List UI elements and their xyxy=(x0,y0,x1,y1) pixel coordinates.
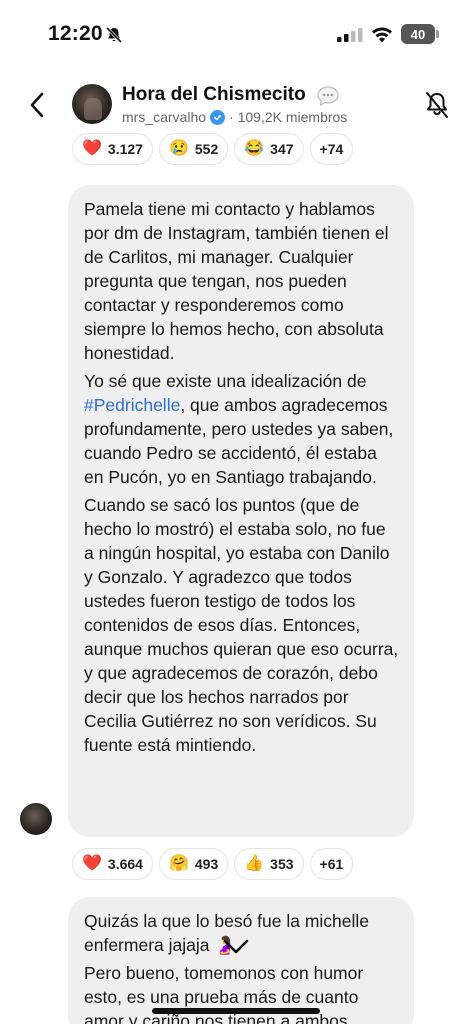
reaction-count: 493 xyxy=(194,856,219,872)
signal-icon xyxy=(337,28,363,42)
message-paragraph: Pamela tiene mi contacto y hablamos por … xyxy=(84,199,389,363)
channel-title[interactable]: Hora del Chismecito xyxy=(122,84,306,106)
wifi-icon xyxy=(372,27,392,43)
reaction-more[interactable]: +74 xyxy=(309,133,354,165)
message-bubble[interactable]: Quizás la que lo besó fue la michelle en… xyxy=(68,897,414,1024)
reactions-bar-top: ❤️ 3.127 😢 552 😂 347 +74 xyxy=(72,133,354,165)
channel-avatar[interactable] xyxy=(72,84,112,124)
battery-level: 40 xyxy=(410,26,426,42)
battery-icon: 40 xyxy=(401,24,435,44)
reaction-count: 3.127 xyxy=(107,141,143,157)
bell-off-icon xyxy=(105,26,123,44)
reaction-heart[interactable]: ❤️ 3.127 xyxy=(72,133,153,165)
heart-emoji-icon: ❤️ xyxy=(82,140,102,157)
reaction-more-count: +61 xyxy=(319,856,344,872)
status-time: 12:20 xyxy=(48,22,103,45)
hashtag-link[interactable]: #Pedrichelle xyxy=(84,395,180,415)
reaction-laughing[interactable]: 😂 347 xyxy=(234,133,304,165)
channel-subtitle: mrs_carvalho · 109,2K miembros xyxy=(122,109,347,125)
reactions-bar-bottom: ❤️ 3.664 🤗 493 👍 353 +61 xyxy=(72,848,354,880)
home-indicator[interactable] xyxy=(152,1008,320,1014)
laughing-emoji-icon: 😂 xyxy=(244,140,265,157)
crying-emoji-icon: 😢 xyxy=(168,140,189,157)
reaction-more-count: +74 xyxy=(319,141,344,157)
hugging-emoji-icon: 🤗 xyxy=(168,855,189,872)
status-bar: 12:20 40 xyxy=(0,0,472,66)
scroll-down-chevron-icon[interactable] xyxy=(222,938,250,956)
reaction-count: 3.664 xyxy=(107,856,143,872)
channel-header: Hora del Chismecito mrs_carvalho · 109,2… xyxy=(0,72,472,140)
thumbs-up-emoji-icon: 👍 xyxy=(244,855,265,872)
reaction-hug[interactable]: 🤗 493 xyxy=(158,848,229,880)
member-count: · 109,2K miembros xyxy=(229,109,348,125)
speech-bubble-icon xyxy=(317,86,339,107)
notifications-muted-icon[interactable] xyxy=(424,90,450,120)
heart-emoji-icon: ❤️ xyxy=(82,855,102,872)
reaction-heart[interactable]: ❤️ 3.664 xyxy=(72,848,153,880)
battery-cap xyxy=(436,30,439,38)
message-paragraph: Pero bueno, tomemonos con humor esto, es… xyxy=(84,963,364,1024)
reaction-more[interactable]: +61 xyxy=(309,848,354,880)
verified-badge-icon xyxy=(210,109,226,125)
reaction-count: 353 xyxy=(270,856,294,872)
reaction-thumbs-up[interactable]: 👍 353 xyxy=(234,848,304,880)
message-paragraph: Cuando se sacó los puntos (que de hecho … xyxy=(84,495,399,755)
back-arrow-icon[interactable] xyxy=(26,90,50,120)
sender-avatar[interactable] xyxy=(20,803,52,835)
message-text: Yo sé que existe una idealización de xyxy=(84,371,367,391)
message-bubble[interactable]: Pamela tiene mi contacto y hablamos por … xyxy=(68,185,414,837)
channel-handle: mrs_carvalho xyxy=(122,109,207,125)
reaction-count: 347 xyxy=(270,141,294,157)
message-paragraph: Yo sé que existe una idealización de #Pe… xyxy=(84,369,400,489)
reaction-count: 552 xyxy=(194,141,219,157)
reaction-crying[interactable]: 😢 552 xyxy=(158,133,229,165)
